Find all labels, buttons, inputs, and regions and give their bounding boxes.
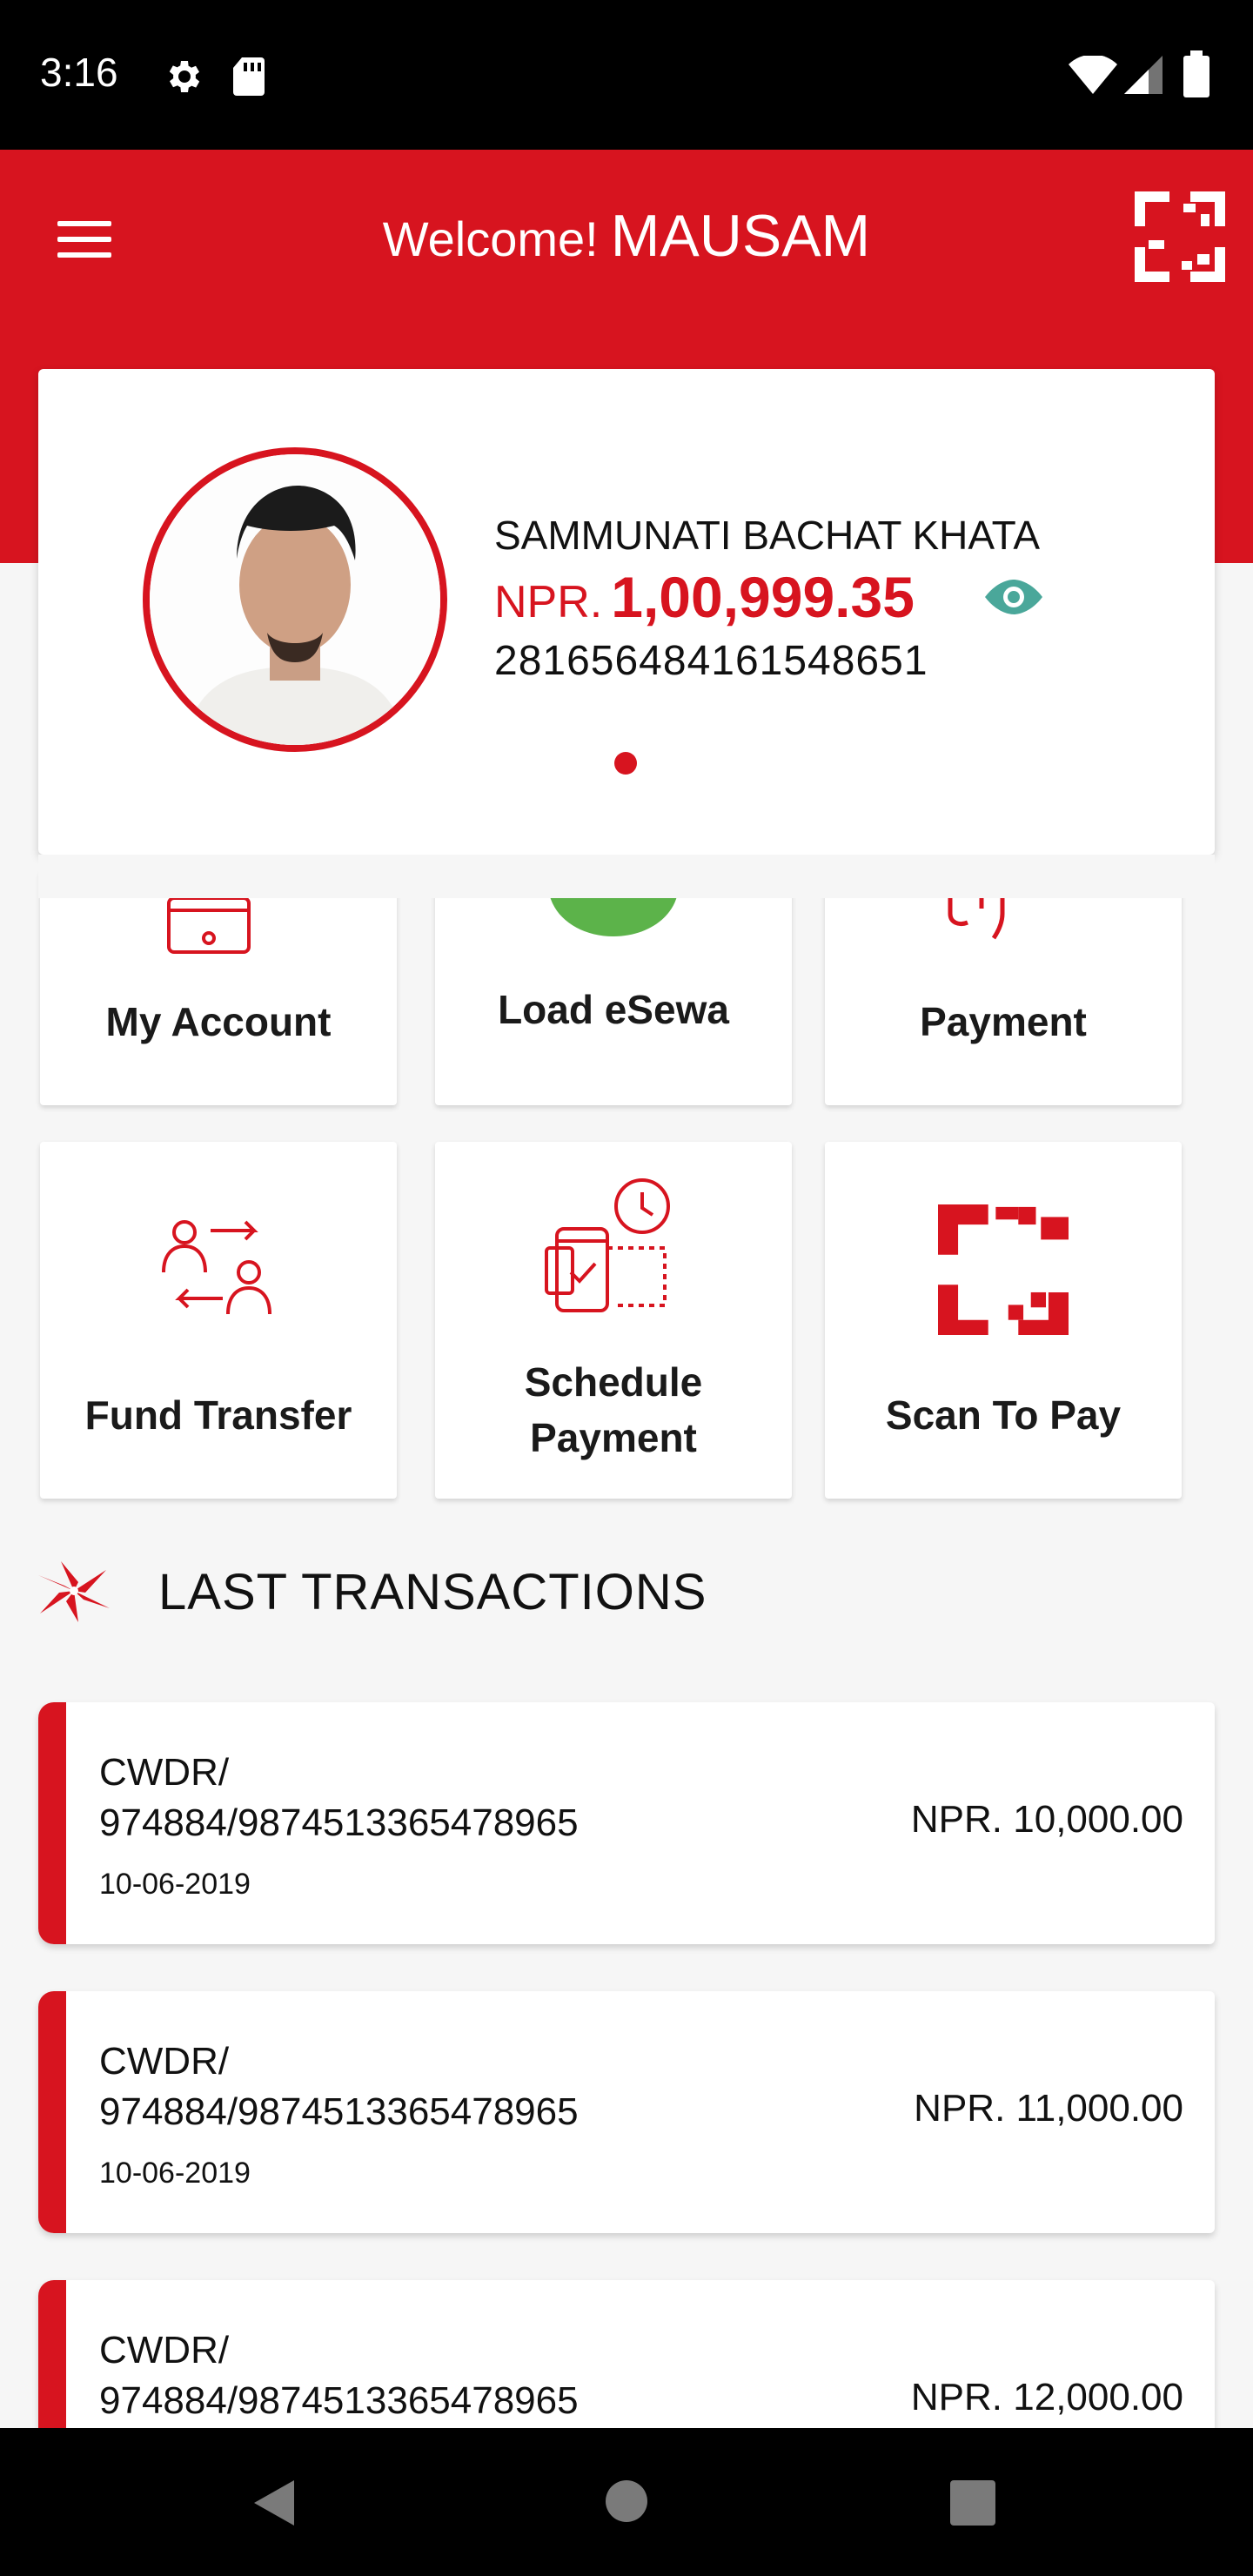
my-account-tile[interactable]: My Account: [40, 870, 397, 1105]
transaction-reference: CWDR/ 974884/9874513365478965: [99, 2036, 882, 2137]
carousel-indicator: [614, 752, 637, 775]
tile-label: Load eSewa: [498, 987, 729, 1032]
account-card-icon: [167, 896, 251, 954]
navigation-bar: [0, 2428, 1253, 2576]
status-time: 3:16: [40, 50, 118, 95]
tile-label: Fund Transfer: [84, 1392, 352, 1438]
transaction-amount: NPR. 11,000.00: [914, 2087, 1183, 2130]
battery-icon: [1183, 50, 1209, 97]
section-title: LAST TRANSACTIONS: [158, 1564, 707, 1620]
transaction-stripe: [38, 1991, 66, 2233]
tile-label: Schedule Payment: [524, 1359, 703, 1460]
account-balance: NPR. 1,00,999.35: [494, 564, 915, 630]
status-bar: 3:16: [0, 0, 1253, 150]
account-number: 281656484161548651: [494, 638, 928, 684]
qr-scan-icon: [938, 1204, 1069, 1335]
transaction-item[interactable]: CWDR/ 974884/9874513365478965 10-06-2019…: [38, 1702, 1215, 1944]
payment-tile[interactable]: Payment: [825, 870, 1182, 1105]
gear-icon: [169, 61, 200, 92]
transaction-ref-line2: 974884/9874513365478965: [99, 1801, 579, 1844]
tile-label: Payment: [920, 999, 1087, 1044]
transaction-amount: NPR. 12,000.00: [910, 2376, 1183, 2418]
transaction-stripe: [38, 1702, 66, 1944]
profile-photo: [150, 454, 440, 745]
recents-icon[interactable]: [950, 2480, 995, 2526]
back-icon[interactable]: [251, 2477, 298, 2529]
fund-transfer-tile[interactable]: Fund Transfer: [40, 1142, 397, 1499]
transaction-reference: CWDR/ 974884/9874513365478965: [99, 1748, 882, 1848]
schedule-payment-icon: [545, 1178, 670, 1312]
wifi-icon: [1069, 56, 1117, 94]
user-name: MAUSAM: [610, 203, 871, 269]
qr-scan-icon[interactable]: [1135, 191, 1225, 282]
bank-logo-icon: [38, 1561, 110, 1622]
transaction-ref-line2: 974884/9874513365478965: [99, 2379, 579, 2422]
esewa-icon: [550, 896, 677, 936]
schedule-payment-tile[interactable]: Schedule Payment: [435, 1142, 792, 1499]
transaction-ref-line1: CWDR/: [99, 1751, 230, 1794]
tile-label: Scan To Pay: [885, 1392, 1122, 1438]
app-screen: 3:16 Welcome! MAUSAM SAMMUNATI BACHAT KH…: [0, 0, 1253, 2576]
eye-icon[interactable]: [983, 578, 1044, 616]
signal-icon: [1124, 56, 1163, 94]
scan-to-pay-tile[interactable]: Scan To Pay: [825, 1142, 1182, 1499]
tile-overlap-mask: [38, 855, 1215, 898]
sd-card-icon: [233, 57, 265, 96]
transaction-ref-line2: 974884/9874513365478965: [99, 2090, 579, 2133]
fund-transfer-icon: [162, 1220, 271, 1315]
load-esewa-tile[interactable]: Load eSewa: [435, 870, 792, 1105]
home-icon[interactable]: [604, 2479, 649, 2524]
transaction-ref-line1: CWDR/: [99, 2329, 230, 2371]
payment-icon: [948, 896, 1005, 940]
transaction-amount: NPR. 10,000.00: [910, 1798, 1183, 1841]
transaction-item[interactable]: CWDR/ 974884/9874513365478965 10-06-2019…: [38, 1991, 1215, 2233]
balance-currency: NPR.: [494, 577, 603, 627]
tile-label: My Account: [105, 999, 332, 1044]
balance-amount: 1,00,999.35: [611, 565, 915, 629]
transaction-date: 10-06-2019: [99, 2157, 251, 2190]
welcome-label: Welcome!: [382, 211, 599, 266]
transaction-reference: CWDR/ 974884/9874513365478965: [99, 2325, 882, 2426]
account-card[interactable]: SAMMUNATI BACHAT KHATA NPR. 1,00,999.35 2…: [38, 369, 1215, 855]
avatar: [143, 447, 447, 752]
transaction-date: 10-06-2019: [99, 1868, 251, 1901]
transaction-ref-line1: CWDR/: [99, 2040, 230, 2083]
welcome-text: Welcome! MAUSAM: [0, 202, 1253, 270]
account-name: SAMMUNATI BACHAT KHATA: [494, 513, 1041, 558]
